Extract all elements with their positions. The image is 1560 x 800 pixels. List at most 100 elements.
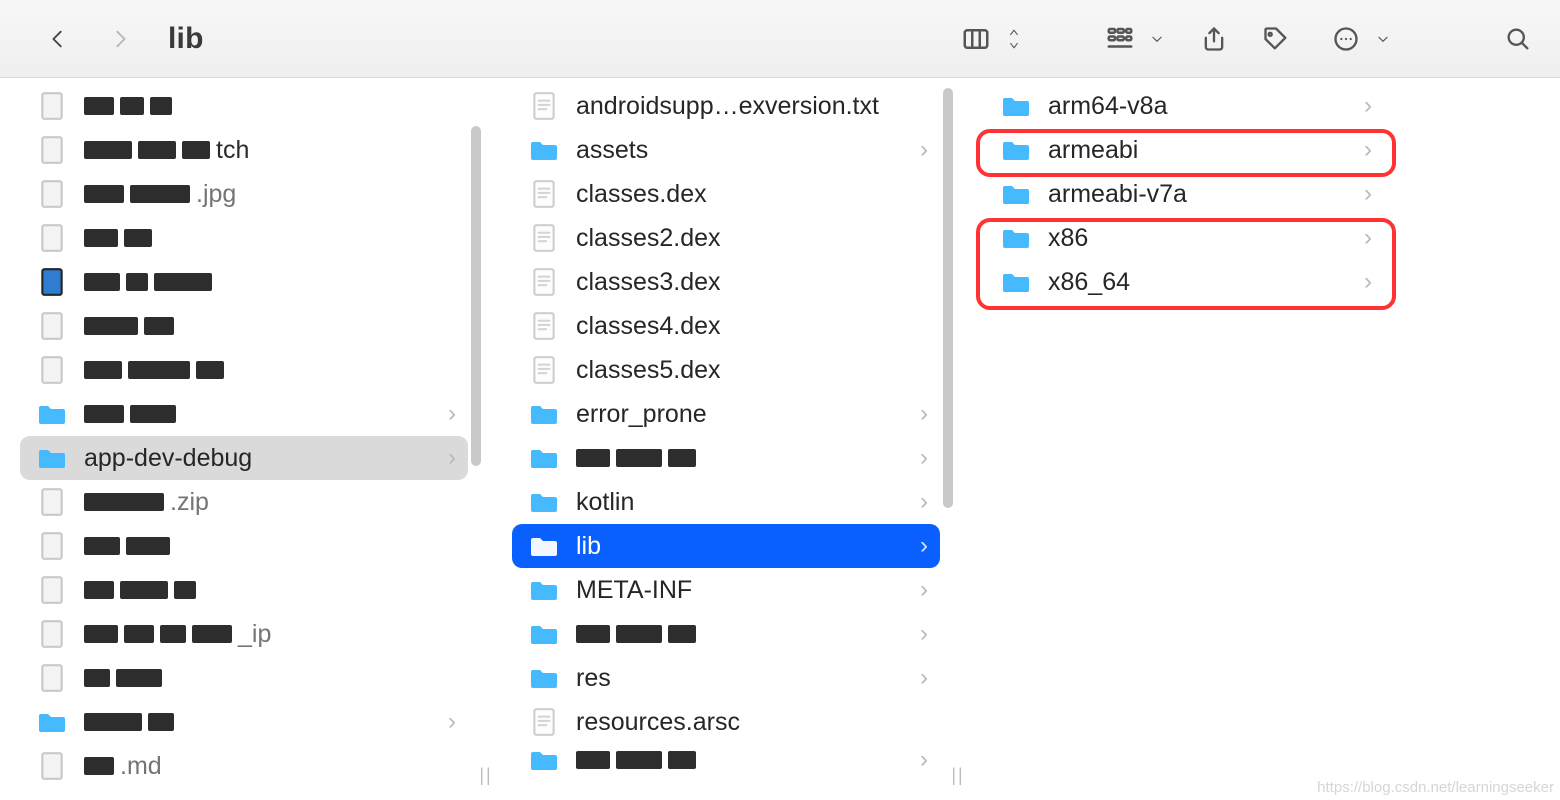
- chevron-right-icon: ›: [448, 444, 456, 472]
- item-label: resources.arsc: [576, 708, 928, 737]
- list-item[interactable]: [20, 656, 468, 700]
- list-item[interactable]: classes2.dex: [512, 216, 940, 260]
- item-label: armeabi: [1048, 136, 1364, 165]
- list-item[interactable]: error_prone›: [512, 392, 940, 436]
- chevron-right-icon: ›: [1364, 268, 1372, 296]
- list-item[interactable]: classes3.dex: [512, 260, 940, 304]
- window-title: lib: [168, 22, 204, 56]
- folder-icon: [1000, 134, 1032, 166]
- item-label: classes4.dex: [576, 312, 928, 341]
- share-button[interactable]: [1192, 17, 1236, 61]
- item-label: arm64-v8a: [1048, 92, 1364, 121]
- list-item[interactable]: [20, 260, 468, 304]
- column-1[interactable]: tch .jpg: [0, 78, 480, 800]
- redacted-label: [84, 361, 456, 379]
- list-item[interactable]: .jpg: [20, 172, 468, 216]
- list-item[interactable]: resources.arsc: [512, 700, 940, 744]
- list-item[interactable]: androidsupp…exversion.txt: [512, 84, 940, 128]
- back-button[interactable]: [36, 17, 80, 61]
- list-item[interactable]: classes4.dex: [512, 304, 940, 348]
- file-icon: [528, 310, 560, 342]
- list-item[interactable]: ›: [20, 700, 468, 744]
- ellipsis-circle-icon: [1324, 17, 1368, 61]
- file-icon: [528, 178, 560, 210]
- folder-icon: [1000, 90, 1032, 122]
- list-item[interactable]: x86›: [984, 216, 1384, 260]
- redacted-label: [84, 229, 456, 247]
- list-item[interactable]: armeabi-v7a›: [984, 172, 1384, 216]
- chevron-right-icon: ›: [920, 444, 928, 472]
- column-3[interactable]: arm64-v8a› armeabi› armeabi-v7a› x86› x8…: [964, 78, 1524, 800]
- file-icon: [36, 178, 68, 210]
- chevron-right-icon: ›: [920, 746, 928, 774]
- folder-icon: [528, 662, 560, 694]
- folder-icon: [528, 618, 560, 650]
- forward-button[interactable]: [98, 17, 142, 61]
- list-item[interactable]: armeabi›: [984, 128, 1384, 172]
- list-item[interactable]: ›: [512, 744, 940, 776]
- list-item[interactable]: classes.dex: [512, 172, 940, 216]
- folder-icon: [1000, 222, 1032, 254]
- list-item[interactable]: kotlin›: [512, 480, 940, 524]
- list-item[interactable]: res›: [512, 656, 940, 700]
- scroll-thumb[interactable]: [471, 126, 481, 466]
- list-item[interactable]: ›: [20, 392, 468, 436]
- tag-button[interactable]: [1254, 17, 1298, 61]
- file-icon: [36, 354, 68, 386]
- group-by-button[interactable]: [1090, 17, 1174, 61]
- file-icon: [36, 574, 68, 606]
- list-item[interactable]: [20, 568, 468, 612]
- redacted-label: [84, 713, 448, 731]
- scrollbar-column-1[interactable]: [468, 86, 484, 792]
- redacted-label: .zip: [84, 488, 456, 517]
- folder-icon: [528, 530, 560, 562]
- file-icon: [528, 354, 560, 386]
- list-item[interactable]: lib›: [512, 524, 940, 568]
- chevron-right-icon: ›: [920, 400, 928, 428]
- list-item[interactable]: [20, 348, 468, 392]
- item-label: lib: [576, 532, 920, 561]
- file-icon: [36, 750, 68, 782]
- actions-button[interactable]: [1316, 17, 1400, 61]
- view-mode-button[interactable]: [946, 17, 1032, 61]
- list-item[interactable]: assets›: [512, 128, 940, 172]
- scrollbar-column-2[interactable]: [940, 86, 956, 792]
- list-item[interactable]: _ip: [20, 612, 468, 656]
- redacted-label: _ip: [84, 620, 456, 649]
- file-icon: [36, 618, 68, 650]
- file-icon: [36, 222, 68, 254]
- list-item[interactable]: tch: [20, 128, 468, 172]
- list-item[interactable]: ›: [512, 612, 940, 656]
- file-icon: [528, 266, 560, 298]
- list-item[interactable]: META-INF›: [512, 568, 940, 612]
- list-item[interactable]: [20, 524, 468, 568]
- updown-chevron-icon: [1004, 17, 1024, 61]
- list-item[interactable]: .md: [20, 744, 468, 788]
- list-item[interactable]: [20, 84, 468, 128]
- list-item[interactable]: .zip: [20, 480, 468, 524]
- file-icon: [36, 90, 68, 122]
- folder-icon: [36, 706, 68, 738]
- list-item[interactable]: arm64-v8a›: [984, 84, 1384, 128]
- list-item-app-dev-debug[interactable]: app-dev-debug ›: [20, 436, 468, 480]
- list-item[interactable]: ›: [512, 436, 940, 480]
- folder-icon: [528, 574, 560, 606]
- column-2[interactable]: androidsupp…exversion.txt assets› classe…: [492, 78, 952, 800]
- item-label: classes2.dex: [576, 224, 928, 253]
- column-view: tch .jpg: [0, 78, 1560, 800]
- list-item[interactable]: [20, 216, 468, 260]
- search-button[interactable]: [1496, 17, 1540, 61]
- redacted-label: .jpg: [84, 180, 456, 209]
- item-label: classes5.dex: [576, 356, 928, 385]
- folder-icon: [528, 398, 560, 430]
- item-label: app-dev-debug: [84, 444, 448, 473]
- scroll-thumb[interactable]: [943, 88, 953, 508]
- list-item[interactable]: x86_64›: [984, 260, 1384, 304]
- list-item[interactable]: [20, 304, 468, 348]
- redacted-label: tch: [84, 136, 456, 165]
- watermark: https://blog.csdn.net/learningseeker: [1317, 779, 1554, 796]
- file-icon: [528, 90, 560, 122]
- chevron-right-icon: ›: [1364, 224, 1372, 252]
- list-item[interactable]: classes5.dex: [512, 348, 940, 392]
- redacted-label: [576, 449, 920, 467]
